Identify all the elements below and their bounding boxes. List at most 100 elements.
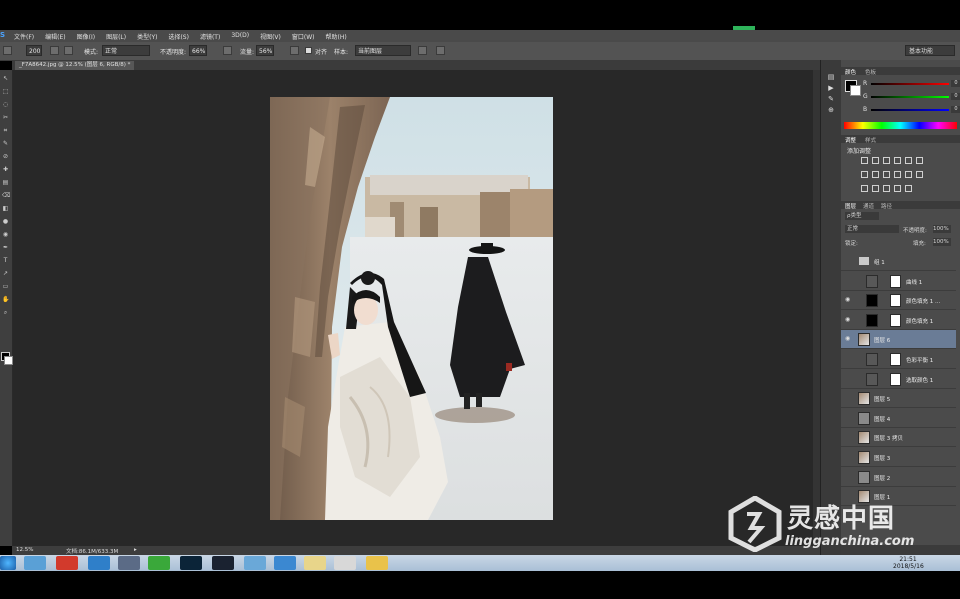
visibility-eye-icon[interactable]: ◉ bbox=[845, 336, 851, 342]
visibility-eye-icon[interactable] bbox=[845, 278, 851, 284]
menu-item-7[interactable]: 3D(D) bbox=[231, 32, 249, 41]
layer-mask-thumbnail[interactable] bbox=[890, 274, 901, 288]
layer-row[interactable]: 曲线 1 bbox=[841, 272, 956, 291]
taskbar-app-4-icon[interactable] bbox=[118, 556, 140, 570]
menu-item-1[interactable]: 编辑(E) bbox=[45, 32, 65, 41]
taskbar-browser-icon[interactable] bbox=[88, 556, 110, 570]
tool-12-icon[interactable]: ◉ bbox=[2, 232, 9, 238]
visibility-eye-icon[interactable] bbox=[845, 258, 851, 264]
menu-item-3[interactable]: 图层(L) bbox=[106, 32, 126, 41]
taskbar-wechat-icon[interactable] bbox=[148, 556, 170, 570]
canvas-scrollbar[interactable] bbox=[813, 70, 820, 546]
tool-15-icon[interactable]: ↗ bbox=[2, 271, 9, 277]
brush-size-field[interactable]: 200 bbox=[26, 45, 42, 56]
layer-row[interactable]: 图层 3 拷贝 bbox=[841, 428, 956, 448]
balance-icon[interactable] bbox=[872, 171, 879, 178]
layer-row[interactable]: 图层 4 bbox=[841, 409, 956, 428]
layer-mask-thumbnail[interactable] bbox=[890, 313, 901, 327]
green-value[interactable]: 0 bbox=[951, 93, 960, 100]
triangle-icon[interactable] bbox=[916, 157, 923, 164]
menu-item-5[interactable]: 选择(S) bbox=[168, 32, 189, 41]
lookup-icon[interactable] bbox=[916, 171, 923, 178]
layer-row[interactable]: ◉ 颜色填充 1 bbox=[841, 311, 956, 330]
clone-source-icon[interactable] bbox=[64, 46, 73, 55]
blue-value[interactable]: 0 bbox=[951, 106, 960, 113]
visibility-eye-icon[interactable] bbox=[845, 356, 851, 362]
gradient-map-icon[interactable] bbox=[905, 185, 912, 192]
tab-layers[interactable]: 图层 bbox=[845, 202, 856, 210]
tool-14-icon[interactable]: T bbox=[2, 258, 9, 264]
align-checkbox[interactable] bbox=[305, 47, 312, 54]
background-color-swatch[interactable] bbox=[850, 85, 861, 96]
menu-item-10[interactable]: 帮助(H) bbox=[326, 32, 347, 41]
visibility-eye-icon[interactable] bbox=[845, 434, 851, 440]
tool-6-icon[interactable]: ⊘ bbox=[2, 154, 9, 160]
visibility-eye-icon[interactable]: ◉ bbox=[845, 297, 851, 303]
layer-row[interactable]: 图层 5 bbox=[841, 389, 956, 409]
brightness-icon[interactable] bbox=[861, 157, 868, 164]
ignore-adjust-icon[interactable] bbox=[418, 46, 427, 55]
vibrance-icon[interactable] bbox=[905, 157, 912, 164]
tab-swatches[interactable]: 色板 bbox=[865, 68, 876, 76]
layer-mask-thumbnail[interactable] bbox=[890, 353, 901, 366]
tab-paths[interactable]: 路径 bbox=[881, 202, 892, 210]
document-size[interactable]: 文档:86.1M/633.3M bbox=[66, 547, 118, 555]
layer-row[interactable]: 色彩平衡 1 bbox=[841, 350, 956, 369]
exposure-icon[interactable] bbox=[894, 157, 901, 164]
visibility-eye-icon[interactable] bbox=[845, 454, 851, 460]
tab-styles[interactable]: 样式 bbox=[865, 136, 876, 144]
tab-adjustments[interactable]: 调整 bbox=[845, 136, 856, 144]
tool-5-icon[interactable]: ✎ bbox=[2, 141, 9, 147]
tool-7-icon[interactable]: ✚ bbox=[2, 167, 9, 173]
tool-3-icon[interactable]: ✂ bbox=[2, 115, 9, 121]
start-button-icon[interactable] bbox=[0, 556, 16, 570]
actions-icon[interactable]: ▶ bbox=[827, 84, 835, 92]
mode-select[interactable]: 正常 bbox=[102, 45, 150, 56]
visibility-eye-icon[interactable] bbox=[845, 415, 851, 421]
taskbar-folder-icon[interactable] bbox=[304, 556, 326, 570]
selective-color-icon[interactable] bbox=[894, 185, 901, 192]
tool-10-icon[interactable]: ◧ bbox=[2, 206, 9, 212]
layer-row[interactable]: 图层 3 bbox=[841, 448, 956, 467]
menu-item-2[interactable]: 图像(I) bbox=[77, 32, 95, 41]
menu-item-0[interactable]: 文件(F) bbox=[14, 32, 34, 41]
flow-field[interactable]: 56% bbox=[256, 45, 274, 56]
hue-icon[interactable] bbox=[861, 171, 868, 178]
visibility-eye-icon[interactable] bbox=[845, 376, 851, 382]
tool-9-icon[interactable]: ⌫ bbox=[2, 193, 10, 199]
taskbar-app-12-icon[interactable] bbox=[366, 556, 388, 570]
taskbar-app-8-icon[interactable] bbox=[244, 556, 266, 570]
taskbar-app-1-icon[interactable] bbox=[24, 556, 46, 570]
layer-row[interactable]: 组 1 bbox=[841, 252, 956, 271]
red-slider[interactable]: R 0 bbox=[863, 80, 960, 88]
tool-1-icon[interactable]: ⬚ bbox=[2, 89, 9, 95]
red-value[interactable]: 0 bbox=[951, 80, 960, 87]
blue-gradient[interactable] bbox=[871, 109, 949, 111]
photo-filter-icon[interactable] bbox=[894, 171, 901, 178]
tool-18-icon[interactable]: ⌕ bbox=[2, 310, 9, 316]
bw-icon[interactable] bbox=[883, 171, 890, 178]
invert-icon[interactable] bbox=[861, 185, 868, 192]
airbrush-icon[interactable] bbox=[290, 46, 299, 55]
pressure-opacity-icon[interactable] bbox=[223, 46, 232, 55]
clone-source-panel-icon[interactable]: ⊕ bbox=[827, 106, 835, 114]
taskbar-lightroom-icon[interactable] bbox=[212, 556, 234, 570]
threshold-icon[interactable] bbox=[883, 185, 890, 192]
zoom-level[interactable]: 12.5% bbox=[16, 547, 33, 553]
red-gradient[interactable] bbox=[871, 83, 949, 85]
visibility-eye-icon[interactable] bbox=[845, 474, 851, 480]
layer-opacity-field[interactable]: 100% bbox=[933, 225, 951, 233]
taskbar-app-11-icon[interactable] bbox=[334, 556, 356, 570]
document-image[interactable] bbox=[270, 97, 553, 520]
tool-13-icon[interactable]: ✒ bbox=[2, 245, 9, 251]
layer-row[interactable]: ◉ 颜色填充 1 ... bbox=[841, 291, 956, 311]
curves-icon[interactable] bbox=[883, 157, 890, 164]
blue-slider[interactable]: B 0 bbox=[863, 106, 960, 114]
tool-8-icon[interactable]: ▤ bbox=[2, 180, 9, 186]
stamp-tool-icon[interactable] bbox=[3, 46, 12, 55]
visibility-eye-icon[interactable]: ◉ bbox=[845, 316, 851, 323]
layer-filter-select[interactable]: ρ类型 bbox=[845, 212, 879, 220]
visibility-eye-icon[interactable] bbox=[845, 395, 851, 401]
posterize-icon[interactable] bbox=[872, 185, 879, 192]
layer-row[interactable]: ◉ 图层 6 bbox=[841, 330, 956, 350]
